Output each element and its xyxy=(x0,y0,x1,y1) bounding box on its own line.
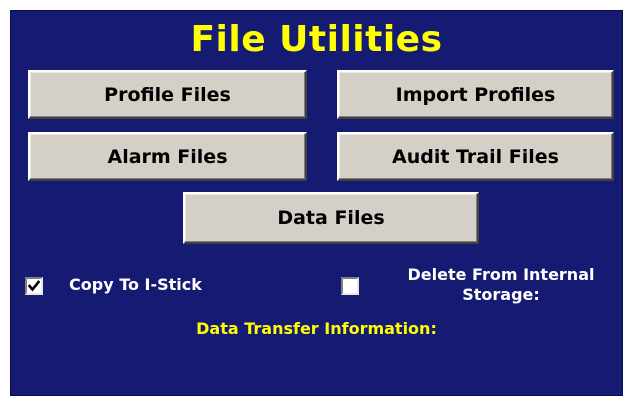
checkmark-icon xyxy=(28,280,40,292)
data-files-button-label: Data Files xyxy=(277,207,385,229)
file-utilities-panel: File Utilities Profile Files Import Prof… xyxy=(10,10,623,396)
profile-files-button-label: Profile Files xyxy=(104,83,231,106)
audit-trail-files-button-label: Audit Trail Files xyxy=(392,145,559,168)
alarm-files-button-label: Alarm Files xyxy=(107,145,228,168)
copy-to-istick-label: Copy To I-Stick xyxy=(69,275,202,294)
delete-from-internal-label: Delete From Internal Storage: xyxy=(381,265,621,305)
import-profiles-button-label: Import Profiles xyxy=(395,83,556,106)
import-profiles-button[interactable]: Import Profiles xyxy=(337,70,614,119)
alarm-files-button[interactable]: Alarm Files xyxy=(28,132,307,181)
data-files-button[interactable]: Data Files xyxy=(183,192,479,244)
page-title: File Utilities xyxy=(190,19,443,60)
data-transfer-information-label: Data Transfer Information: xyxy=(196,319,437,338)
delete-from-internal-label-line2: Storage: xyxy=(462,285,540,304)
audit-trail-files-button[interactable]: Audit Trail Files xyxy=(337,132,614,181)
delete-from-internal-checkbox[interactable] xyxy=(341,277,359,295)
profile-files-button[interactable]: Profile Files xyxy=(28,70,307,119)
delete-from-internal-label-line1: Delete From Internal xyxy=(407,265,595,284)
copy-to-istick-checkbox[interactable] xyxy=(25,277,43,295)
